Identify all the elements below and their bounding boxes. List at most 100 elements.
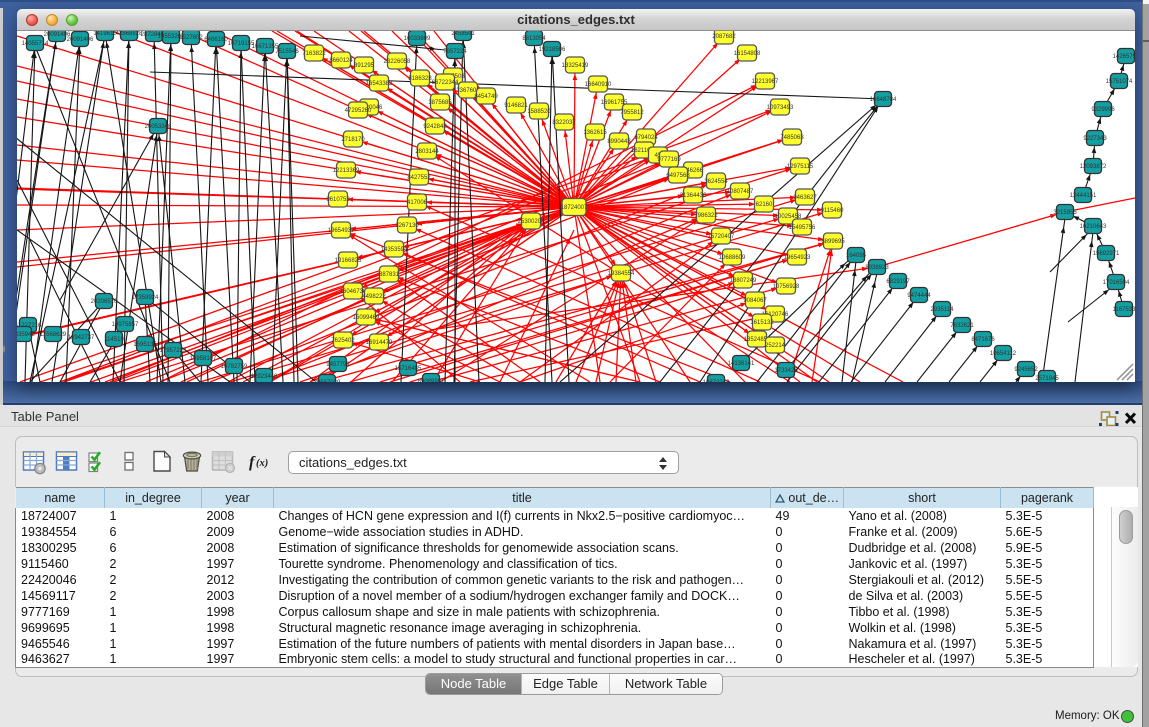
svg-text:15099469: 15099469 [353, 315, 380, 321]
svg-text:9227343: 9227343 [1083, 136, 1107, 142]
svg-text:18807249: 18807249 [730, 278, 757, 284]
svg-text:13325419: 13325419 [562, 63, 589, 69]
svg-text:3215955: 3215955 [1053, 210, 1077, 216]
svg-text:1167533: 1167533 [1113, 307, 1135, 313]
svg-text:10872248: 10872248 [703, 380, 730, 382]
svg-text:2458591: 2458591 [451, 31, 475, 37]
svg-text:6794024: 6794024 [634, 135, 658, 141]
svg-text:12093872: 12093872 [1080, 164, 1107, 170]
svg-text:19654937: 19654937 [328, 228, 355, 234]
svg-text:20053346: 20053346 [145, 124, 172, 130]
svg-text:17359924: 17359924 [132, 295, 159, 301]
svg-text:2087682: 2087682 [712, 34, 736, 40]
svg-text:3624554: 3624554 [704, 179, 728, 185]
svg-text:7485063: 7485063 [780, 135, 804, 141]
svg-text:16033809: 16033809 [404, 36, 431, 42]
svg-text:7515546: 7515546 [275, 49, 299, 55]
svg-text:16648784: 16648784 [870, 97, 897, 103]
svg-text:1419610: 1419610 [93, 31, 117, 37]
svg-text:16210643: 16210643 [1080, 224, 1107, 230]
svg-text:417006: 417006 [407, 200, 428, 206]
svg-text:10958107: 10958107 [190, 356, 217, 362]
svg-text:9115460: 9115460 [821, 208, 845, 214]
svg-text:2803144: 2803144 [415, 149, 439, 155]
svg-text:9457791: 9457791 [326, 362, 350, 368]
svg-text:11568629: 11568629 [40, 332, 67, 338]
svg-text:8938923: 8938923 [865, 265, 889, 271]
svg-text:6899695: 6899695 [821, 239, 845, 245]
svg-text:16782759: 16782759 [221, 364, 248, 370]
svg-text:14265799: 14265799 [1113, 54, 1135, 60]
svg-text:10756928: 10756928 [773, 284, 800, 290]
svg-text:20206576: 20206576 [91, 299, 118, 305]
svg-text:12444151: 12444151 [1070, 193, 1097, 199]
svg-text:7632621: 7632621 [950, 323, 974, 329]
svg-text:2571945: 2571945 [1035, 376, 1059, 382]
svg-text:10688609: 10688609 [719, 255, 746, 261]
svg-text:1588520: 1588520 [527, 109, 551, 115]
svg-text:14353594: 14353594 [381, 247, 408, 253]
svg-text:6466160: 6466160 [204, 37, 228, 43]
svg-text:9474444: 9474444 [907, 293, 931, 299]
svg-text:9610753: 9610753 [326, 197, 350, 203]
svg-text:10654112: 10654112 [990, 351, 1017, 357]
svg-text:12975115: 12975115 [787, 164, 814, 170]
svg-text:9084067: 9084067 [743, 298, 767, 304]
svg-text:1595135: 1595135 [133, 342, 157, 348]
svg-text:8427552: 8427552 [407, 175, 431, 181]
svg-text:39587039: 39587039 [314, 380, 341, 382]
svg-text:19218506: 19218506 [539, 47, 566, 53]
svg-text:1733426: 1733426 [774, 368, 798, 374]
svg-text:19384554: 19384554 [608, 271, 635, 277]
svg-text:164095: 164095 [846, 253, 867, 259]
svg-text:9245652: 9245652 [1014, 367, 1038, 373]
svg-text:16914479: 16914479 [366, 340, 393, 346]
svg-text:12923446: 12923446 [251, 374, 278, 380]
svg-text:25300203: 25300203 [518, 219, 545, 225]
svg-text:7163822: 7163822 [302, 51, 326, 57]
svg-text:15716485: 15716485 [395, 366, 422, 372]
svg-text:8454749: 8454749 [474, 94, 498, 100]
svg-text:16543382: 16543382 [366, 81, 393, 87]
svg-text:2935114: 2935114 [931, 307, 955, 313]
svg-text:42868828: 42868828 [116, 31, 143, 37]
svg-text:19166825: 19166825 [335, 258, 362, 264]
svg-text:1362615: 1362615 [583, 130, 607, 136]
svg-text:15751074: 15751074 [1106, 79, 1133, 85]
svg-text:17016504: 17016504 [1103, 280, 1130, 286]
svg-text:8813054: 8813054 [522, 36, 546, 42]
svg-text:3267130: 3267130 [395, 223, 419, 229]
svg-text:23226058: 23226058 [384, 59, 411, 65]
svg-text:f: f [249, 454, 256, 471]
svg-text:47295260: 47295260 [345, 108, 372, 114]
svg-text:8186328: 8186328 [408, 76, 432, 82]
svg-text:19975857: 19975857 [112, 322, 139, 328]
svg-text:14136141: 14136141 [728, 361, 755, 367]
svg-text:891295: 891295 [354, 63, 375, 69]
svg-text:8990443: 8990443 [607, 139, 631, 145]
svg-text:12942737: 12942737 [68, 335, 95, 341]
svg-text:252214: 252214 [765, 343, 786, 349]
svg-text:15495756: 15495756 [789, 225, 816, 231]
svg-text:12213967: 12213967 [752, 79, 779, 85]
svg-text:89089901: 89089901 [418, 379, 445, 382]
svg-text:6497568: 6497568 [666, 173, 690, 179]
svg-text:16640910: 16640910 [585, 82, 612, 88]
svg-text:17957223: 17957223 [160, 348, 187, 354]
svg-text:7955812: 7955812 [620, 110, 644, 116]
svg-text:887831: 887831 [379, 272, 400, 278]
svg-text:1527602: 1527602 [179, 35, 203, 41]
svg-text:9146821: 9146821 [504, 103, 528, 109]
svg-text:10973493: 10973493 [767, 105, 794, 111]
svg-text:9777169: 9777169 [657, 157, 681, 163]
svg-text:19654923: 19654923 [784, 255, 811, 261]
svg-text:16154808: 16154808 [734, 51, 761, 57]
svg-text:8660124: 8660124 [329, 58, 353, 64]
svg-text:66722344: 66722344 [432, 80, 459, 86]
svg-text:(x): (x) [256, 458, 268, 469]
svg-text:12213369: 12213369 [333, 168, 360, 174]
svg-text:7625402: 7625402 [331, 338, 355, 344]
svg-text:7857224: 7857224 [443, 49, 467, 55]
svg-text:4335942: 4335942 [17, 332, 35, 338]
svg-text:1615132: 1615132 [750, 320, 774, 326]
